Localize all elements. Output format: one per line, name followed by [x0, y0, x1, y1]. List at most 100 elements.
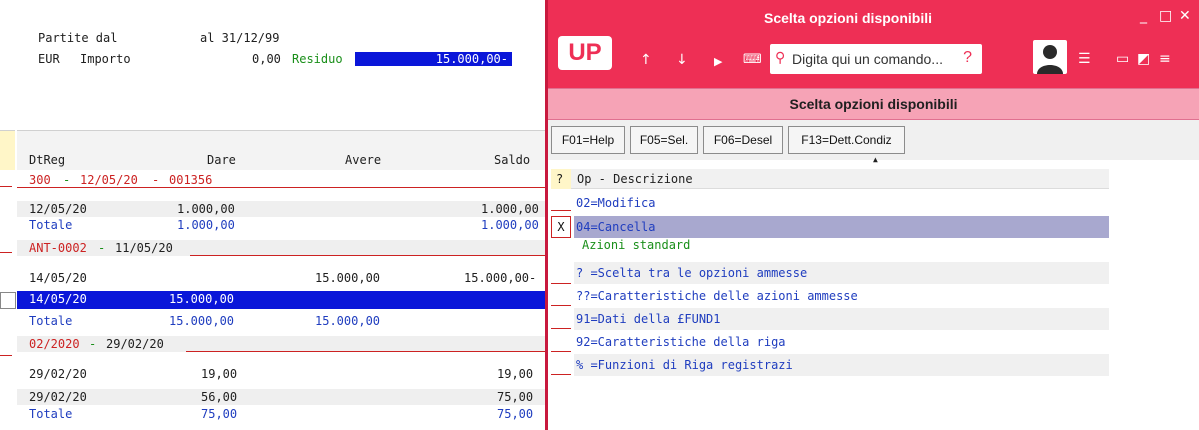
- cell-saldo: 19,00: [497, 367, 534, 381]
- function-key-bar: F01=Help F05=Sel. F06=Desel F13=Dett.Con…: [548, 120, 1199, 160]
- maximize-icon[interactable]: □: [1159, 8, 1172, 24]
- currency-label: EUR: [38, 52, 60, 66]
- row-marker: [0, 186, 12, 187]
- arrow-up-icon[interactable]: ↑: [640, 52, 652, 68]
- group-header[interactable]: 02/2020 - 29/02/20: [17, 336, 545, 352]
- group-ref: 001356: [169, 173, 213, 187]
- group-header[interactable]: ANT-0002 - 11/05/20: [17, 240, 545, 256]
- f06-deselect-button[interactable]: F06=Desel: [703, 126, 783, 154]
- total-row: Totale 1.000,00 1.000,00: [17, 218, 545, 234]
- total-dare: 75,00: [201, 407, 238, 421]
- menu-list-icon[interactable]: ☰: [1078, 51, 1091, 67]
- total-row: Totale 75,00 75,00: [17, 406, 545, 422]
- cell-dare: 1.000,00: [177, 202, 235, 216]
- app-logo: UP: [558, 36, 612, 70]
- dialog-titlebar: Scelta opzioni disponibili _ □ ✕ UP ↑ ↓ …: [548, 0, 1199, 88]
- al-date-label: al 31/12/99: [200, 31, 280, 45]
- filter-header: Partite dal al 31/12/99 EUR Importo 0,00…: [0, 0, 545, 128]
- total-label: Totale: [29, 407, 73, 421]
- group-divider: [17, 187, 545, 188]
- cell-dare: 15.000,00: [169, 292, 235, 306]
- option-caratteristiche-azioni[interactable]: ??=Caratteristiche delle azioni ammesse: [574, 285, 1109, 307]
- table-column-header: DtReg Dare Avere Saldo: [17, 130, 545, 170]
- f01-help-button[interactable]: F01=Help: [551, 126, 625, 154]
- option-funzioni-riga[interactable]: % =Funzioni di Riga registrazi: [574, 354, 1109, 376]
- total-dare: 15.000,00: [169, 314, 235, 328]
- col-dtreg: DtReg: [29, 153, 66, 167]
- f13-condition-details-button[interactable]: F13=Dett.Condiz: [788, 126, 905, 154]
- background-screen: Partite dal al 31/12/99 EUR Importo 0,00…: [0, 0, 545, 430]
- group-date: 12/05/20: [80, 173, 138, 187]
- table-row[interactable]: 12/05/20 1.000,00 1.000,00: [17, 201, 545, 217]
- residuo-label: Residuo: [292, 52, 343, 66]
- group-header[interactable]: 300 - 12/05/20 - 001356: [17, 172, 545, 188]
- option-marker: [551, 351, 571, 352]
- command-search-field[interactable]: ⚲ Digita qui un comando... ?: [770, 44, 982, 74]
- importo-value: 0,00: [252, 52, 281, 66]
- cell-dtreg: 14/05/20: [29, 271, 87, 285]
- close-icon[interactable]: ✕: [1179, 8, 1191, 24]
- importo-label: Importo: [80, 52, 131, 66]
- total-avere: 15.000,00: [315, 314, 381, 328]
- option-mark-cell[interactable]: X: [551, 216, 571, 238]
- total-label: Totale: [29, 218, 73, 232]
- table-row[interactable]: 14/05/20 15.000,00 15.000,00-: [17, 270, 545, 286]
- table-row[interactable]: 29/02/20 19,00 19,00: [17, 366, 545, 382]
- edit-icon[interactable]: ◩: [1137, 51, 1150, 67]
- col-dare: Dare: [207, 153, 236, 167]
- option-scelta[interactable]: ? =Scelta tra le opzioni ammesse: [574, 262, 1109, 284]
- col-saldo: Saldo: [494, 153, 531, 167]
- option-marker: [551, 283, 571, 284]
- option-dati-fund[interactable]: 91=Dati della £FUND1: [574, 308, 1109, 330]
- col-avere: Avere: [345, 153, 382, 167]
- option-caratteristiche-riga[interactable]: 92=Caratteristiche della riga: [574, 331, 1109, 353]
- group-divider: [190, 255, 545, 256]
- option-group-label: Azioni standard: [582, 238, 691, 252]
- search-placeholder: Digita qui un comando...: [792, 51, 943, 67]
- option-marker: [551, 305, 571, 306]
- monitor-icon[interactable]: ▭: [1116, 51, 1129, 67]
- option-marker: [551, 374, 571, 375]
- play-icon[interactable]: ▶: [714, 54, 722, 70]
- group-separator: -: [89, 337, 97, 351]
- terminal-icon[interactable]: ⌨: [743, 52, 762, 68]
- help-icon[interactable]: ?: [963, 49, 972, 67]
- user-avatar[interactable]: [1033, 40, 1067, 74]
- table-row-selected[interactable]: 14/05/20 15.000,00: [17, 291, 545, 309]
- row-selector-input[interactable]: [0, 292, 16, 309]
- group-date: 29/02/20: [106, 337, 164, 351]
- group-code: 300: [29, 173, 51, 187]
- row-selector-header: [0, 130, 15, 170]
- options-header-q-label: ?: [556, 172, 564, 186]
- cell-saldo: 15.000,00-: [464, 271, 537, 285]
- options-header-q: ?: [551, 169, 571, 189]
- total-saldo: 1.000,00: [481, 218, 539, 232]
- cell-saldo: 1.000,00: [481, 202, 539, 216]
- residuo-value: 15.000,00-: [355, 52, 512, 66]
- cell-saldo: 75,00: [497, 390, 534, 404]
- group-separator: -: [152, 173, 160, 187]
- server-icon[interactable]: ≡: [1159, 51, 1171, 67]
- scroll-up-icon[interactable]: ▲: [873, 155, 878, 164]
- group-separator: -: [98, 241, 106, 255]
- cell-dtreg: 29/02/20: [29, 390, 87, 404]
- group-separator: -: [63, 173, 71, 187]
- table-row[interactable]: 29/02/20 56,00 75,00: [17, 389, 545, 405]
- f05-select-button[interactable]: F05=Sel.: [630, 126, 698, 154]
- cell-avere: 15.000,00: [315, 271, 381, 285]
- option-modifica[interactable]: 02=Modifica: [574, 192, 1109, 214]
- group-divider: [186, 351, 545, 352]
- group-date: 11/05/20: [115, 241, 173, 255]
- total-row: Totale 15.000,00 15.000,00: [17, 314, 545, 330]
- group-code: ANT-0002: [29, 241, 87, 255]
- options-dialog: Scelta opzioni disponibili _ □ ✕ UP ↑ ↓ …: [545, 0, 1199, 430]
- search-icon: ⚲: [775, 50, 786, 66]
- option-marker: [551, 210, 571, 211]
- minimize-icon[interactable]: _: [1140, 8, 1147, 24]
- partite-label: Partite dal: [38, 31, 118, 45]
- cell-dtreg: 12/05/20: [29, 202, 87, 216]
- cell-dtreg: 29/02/20: [29, 367, 87, 381]
- options-list-header: Op - Descrizione: [551, 169, 1109, 189]
- arrow-down-icon[interactable]: ↓: [676, 52, 688, 68]
- user-icon: [1037, 45, 1063, 74]
